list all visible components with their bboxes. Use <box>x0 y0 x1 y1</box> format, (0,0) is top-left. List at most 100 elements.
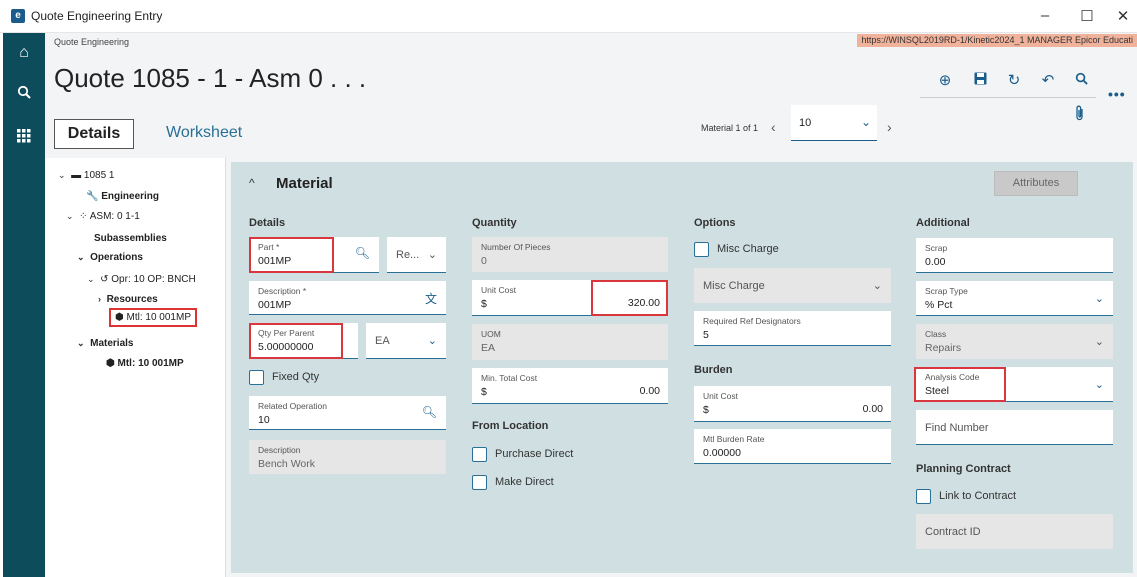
burden-unit-cost-field[interactable]: Unit Cost $ 0.00 <box>694 386 891 422</box>
minimize-icon[interactable]: – <box>1035 7 1055 24</box>
number-of-pieces-field: Number Of Pieces 0 <box>472 237 668 272</box>
options-title: Options <box>694 217 736 229</box>
translate-icon[interactable]: 文 <box>425 290 437 307</box>
chevron-right-icon: › <box>98 294 101 304</box>
window-titlebar: e Quote Engineering Entry – ☐ ✕ <box>0 0 1137 33</box>
chevron-down-icon: ⌄ <box>77 338 85 348</box>
make-direct-checkbox[interactable]: Make Direct <box>472 475 612 493</box>
more-options-icon[interactable]: ••• <box>1108 86 1126 102</box>
tree-node-material[interactable]: ⬢ Mtl: 10 001MP <box>106 358 184 369</box>
chevron-down-icon: ⌄ <box>872 280 882 292</box>
maximize-icon[interactable]: ☐ <box>1077 7 1097 25</box>
tree-node-materials[interactable]: ⌄ Materials <box>77 338 133 349</box>
link-to-contract-checkbox[interactable]: Link to Contract <box>916 489 1066 507</box>
wrench-icon: 🔧 <box>86 191 99 202</box>
add-new-icon[interactable]: ⊕ <box>934 71 956 91</box>
material-panel: ^ Material Attributes Details Part * 001… <box>231 162 1133 573</box>
undo-icon[interactable]: ↶ <box>1037 71 1059 91</box>
pager-prev-icon[interactable]: ‹ <box>771 119 776 135</box>
close-icon[interactable]: ✕ <box>1113 7 1133 25</box>
quantity-title: Quantity <box>472 217 517 229</box>
contract-id-field: Contract ID <box>916 514 1113 549</box>
search-icon[interactable] <box>14 85 34 105</box>
app-logo-icon: e <box>11 9 25 23</box>
chevron-down-icon: ⌄ <box>427 335 437 347</box>
folder-icon: ▬ <box>71 170 82 181</box>
misc-charge-select[interactable]: Misc Charge ⌄ <box>694 268 891 303</box>
search-record-icon[interactable] <box>1070 71 1092 91</box>
chevron-down-icon: ⌄ <box>58 170 66 180</box>
environment-info: https://WINSQL2019RD-1/Kinetic2024_1 MAN… <box>857 34 1137 47</box>
tree-node-operations[interactable]: ⌄ Operations <box>77 252 143 263</box>
toolbar: ⊕ ↻ ↶ <box>920 70 1096 98</box>
attachment-icon[interactable] <box>1075 105 1085 124</box>
panel-title: Material <box>276 175 333 192</box>
burden-rate-field[interactable]: Mtl Burden Rate 0.00000 <box>694 429 891 464</box>
search-icon[interactable]: 🔍︎ <box>422 405 437 419</box>
additional-title: Additional <box>916 217 970 229</box>
chevron-down-icon: ⌄ <box>1094 379 1104 391</box>
tree-node-root[interactable]: ⌄ ▬ 1085 1 <box>58 170 114 181</box>
chevron-down-icon: ⌄ <box>1094 336 1104 348</box>
tree-node-operation[interactable]: ⌄ ↺ Opr: 10 OP: BNCH <box>87 274 196 285</box>
chevron-down-icon: ⌄ <box>860 115 871 129</box>
main-area: ^ Material Attributes Details Part * 001… <box>226 158 1137 577</box>
scrap-field[interactable]: Scrap 0.00 <box>916 238 1113 273</box>
chevron-down-icon: ⌄ <box>427 249 437 261</box>
class-select[interactable]: Class Repairs ⌄ <box>916 324 1113 359</box>
misc-charge-checkbox[interactable]: Misc Charge <box>694 242 834 260</box>
unit-cost-field[interactable]: Unit Cost $ 320.00 <box>472 280 668 316</box>
tree-node-material-selected[interactable]: ⬢ Mtl: 10 001MP <box>109 308 197 327</box>
qty-per-parent-field[interactable]: Qty Per Parent 5.00000000 <box>249 323 358 359</box>
breadcrumb[interactable]: Quote Engineering <box>54 37 129 47</box>
apps-grid-icon[interactable] <box>14 129 34 149</box>
chevron-down-icon: ⌄ <box>87 274 95 284</box>
tree-node-engineering[interactable]: 🔧 Engineering <box>86 191 159 202</box>
pager-select[interactable]: 10 ⌄ <box>791 105 877 141</box>
panel-header[interactable]: ^ Material Attributes <box>231 162 1133 204</box>
analysis-code-select[interactable]: Analysis Code Steel ⌄ <box>916 367 1113 402</box>
part-field[interactable]: Part * 001MP 🔍︎ <box>249 237 379 273</box>
revision-select[interactable]: Re... ⌄ <box>387 237 446 273</box>
save-icon[interactable] <box>969 71 991 91</box>
related-operation-field[interactable]: Related Operation 10 🔍︎ <box>249 396 446 430</box>
tab-details[interactable]: Details <box>54 119 134 149</box>
tree-node-asm[interactable]: ⌄ ⁘ ASM: 0 1-1 <box>66 211 140 222</box>
min-total-cost-field[interactable]: Min. Total Cost $ 0.00 <box>472 368 668 404</box>
pager-label: Material 1 of 1 <box>701 123 759 133</box>
page-title: Quote 1085 - 1 - Asm 0 . . . <box>54 63 367 93</box>
chevron-down-icon: ⌄ <box>77 252 85 262</box>
structure-tree: ⌄ ▬ 1085 1 🔧 Engineering ⌄ ⁘ ASM: 0 1-1 … <box>54 158 226 577</box>
chevron-down-icon: ⌄ <box>1094 293 1104 305</box>
uom-field: UOM EA <box>472 324 668 360</box>
chevron-down-icon: ⌄ <box>66 211 74 221</box>
nav-rail: ⌂ <box>3 33 45 577</box>
refresh-icon[interactable]: ↻ <box>1003 71 1025 91</box>
assembly-icon: ⁘ <box>79 211 88 222</box>
tree-node-subassemblies[interactable]: Subassemblies <box>94 233 167 244</box>
pager-value: 10 <box>799 117 812 129</box>
operation-description-field: Description Bench Work <box>249 440 446 474</box>
tab-worksheet[interactable]: Worksheet <box>166 124 242 142</box>
attributes-button[interactable]: Attributes <box>994 171 1078 196</box>
material-icon: ⬢ <box>106 358 115 369</box>
planning-contract-title: Planning Contract <box>916 463 1011 475</box>
home-icon[interactable]: ⌂ <box>14 43 34 63</box>
fixed-qty-checkbox[interactable]: Fixed Qty <box>249 370 369 388</box>
description-field[interactable]: Description * 001MP 文 <box>249 281 446 315</box>
tree-node-resources[interactable]: › Resources <box>98 294 158 305</box>
scrap-type-select[interactable]: Scrap Type % Pct ⌄ <box>916 281 1113 316</box>
collapse-icon[interactable]: ^ <box>249 176 255 190</box>
pager-next-icon[interactable]: › <box>887 119 892 135</box>
window-title: Quote Engineering Entry <box>31 9 163 23</box>
ref-designators-field[interactable]: Required Ref Designators 5 <box>694 311 891 346</box>
search-icon[interactable]: 🔍︎ <box>355 246 370 260</box>
material-icon: ⬢ <box>115 312 124 323</box>
from-location-title: From Location <box>472 420 549 432</box>
uom-select[interactable]: EA ⌄ <box>366 323 446 359</box>
purchase-direct-checkbox[interactable]: Purchase Direct <box>472 447 612 465</box>
operation-icon: ↺ <box>100 274 109 285</box>
find-number-field[interactable]: Find Number <box>916 410 1113 445</box>
burden-title: Burden <box>694 364 733 376</box>
page-header: Quote Engineering https://WINSQL2019RD-1… <box>45 33 1137 158</box>
